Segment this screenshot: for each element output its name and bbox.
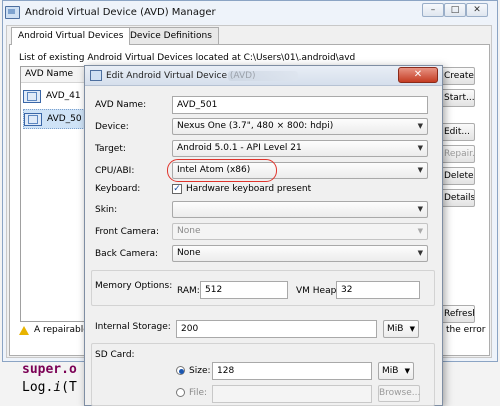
sd-size-unit-value: MiB <box>382 366 399 376</box>
refresh-button-label: Refresh <box>444 309 475 319</box>
internal-storage-unit-value: MiB <box>387 324 404 334</box>
memory-options-label: Memory Options: <box>95 281 173 291</box>
avd-manager-app-icon <box>5 5 20 19</box>
code-line-2-method: i <box>53 380 62 395</box>
code-line-2: Log.i(T <box>22 380 77 395</box>
back-camera-select-value: None <box>177 248 201 258</box>
red-highlight-ring <box>167 159 277 182</box>
ram-label: RAM: <box>177 286 200 296</box>
target-select-value: Android 5.0.1 - API Level 21 <box>177 143 302 153</box>
dropdown-arrow-icon: ▼ <box>417 144 423 152</box>
vm-heap-label: VM Heap: <box>296 286 340 296</box>
ram-input[interactable]: 512 <box>200 281 288 299</box>
cpu-abi-label: CPU/ABI: <box>95 166 135 176</box>
front-camera-select-value: None <box>177 226 201 236</box>
device-select[interactable]: Nexus One (3.7", 480 × 800: hdpi) ▼ <box>172 118 428 135</box>
sd-file-input[interactable] <box>212 385 372 403</box>
warning-text-tail: the error <box>446 325 486 335</box>
manager-title: Android Virtual Device (AVD) Manager <box>25 6 216 18</box>
tab-device-definitions[interactable]: Device Definitions <box>123 27 219 44</box>
sd-card-label: SD Card: <box>95 350 135 360</box>
dropdown-arrow-icon: ▼ <box>404 367 410 375</box>
hardware-keyboard-checkbox[interactable]: ✓ <box>172 184 182 194</box>
device-icon <box>24 112 42 126</box>
edit-button-label: Edit... <box>444 127 471 137</box>
browse-button[interactable]: Browse... <box>378 385 420 402</box>
warning-icon <box>19 325 29 335</box>
code-line-1: super.o <box>22 362 77 377</box>
internal-storage-unit-select[interactable]: MiB ▼ <box>383 320 419 338</box>
front-camera-select[interactable]: None ▼ <box>172 223 428 240</box>
dialog-app-icon <box>90 70 102 81</box>
back-camera-select[interactable]: None ▼ <box>172 245 428 262</box>
blurred-title-region <box>228 71 298 81</box>
dropdown-arrow-icon: ▼ <box>417 249 423 257</box>
maximize-button[interactable]: □ <box>444 3 466 17</box>
avd-row-name: AVD_50 <box>47 114 82 124</box>
front-camera-label: Front Camera: <box>95 227 159 237</box>
close-window-button[interactable]: ✕ <box>466 3 488 17</box>
target-label: Target: <box>95 144 126 154</box>
manager-titlebar: Android Virtual Device (AVD) Manager <box>5 4 216 20</box>
avd-list-caption: List of existing Android Virtual Devices… <box>19 53 356 63</box>
internal-storage-label: Internal Storage: <box>95 322 171 332</box>
code-line-2-prefix: Log. <box>22 380 54 395</box>
avd-row-name: AVD_41 <box>46 91 81 101</box>
details-button-label: Details... <box>444 193 475 203</box>
sd-size-radio[interactable] <box>176 366 185 375</box>
sd-file-radio[interactable] <box>176 388 185 397</box>
code-line-2-suffix: (T <box>61 380 77 395</box>
start-button-label: Start... <box>444 93 475 103</box>
dialog-close-button[interactable]: ✕ <box>398 67 438 83</box>
repair-button-label: Repair... <box>444 149 475 159</box>
dropdown-arrow-icon: ▼ <box>409 325 415 333</box>
dropdown-arrow-icon: ▼ <box>417 122 423 130</box>
device-icon <box>23 89 41 103</box>
sd-size-input[interactable]: 128 <box>212 362 372 380</box>
create-button-label: Create... <box>444 71 474 81</box>
back-camera-label: Back Camera: <box>95 249 159 259</box>
hardware-keyboard-label: Hardware keyboard present <box>186 184 312 194</box>
skin-select[interactable]: ▼ <box>172 201 428 218</box>
avd-name-label: AVD Name: <box>95 100 147 110</box>
sd-file-label: File: <box>189 388 208 398</box>
minimize-button[interactable]: – <box>422 3 444 17</box>
delete-button-label: Delete... <box>444 171 474 181</box>
sd-size-unit-select[interactable]: MiB ▼ <box>378 362 414 380</box>
device-label: Device: <box>95 122 129 132</box>
device-select-value: Nexus One (3.7", 480 × 800: hdpi) <box>177 121 334 131</box>
avd-name-input[interactable]: AVD_501 <box>172 96 428 114</box>
vm-heap-input[interactable]: 32 <box>336 281 420 299</box>
tab-android-virtual-devices[interactable]: Android Virtual Devices <box>11 27 131 45</box>
warning-message: A repairable <box>19 325 89 335</box>
keyboard-label: Keyboard: <box>95 184 141 194</box>
internal-storage-input[interactable]: 200 <box>176 320 377 338</box>
skin-label: Skin: <box>95 205 118 215</box>
target-select[interactable]: Android 5.0.1 - API Level 21 ▼ <box>172 140 428 157</box>
sd-size-label: Size: <box>189 366 211 376</box>
dropdown-arrow-icon: ▼ <box>417 227 423 235</box>
dropdown-arrow-icon: ▼ <box>417 205 423 213</box>
warning-text: A repairable <box>34 325 89 335</box>
dropdown-arrow-icon: ▼ <box>417 166 423 174</box>
